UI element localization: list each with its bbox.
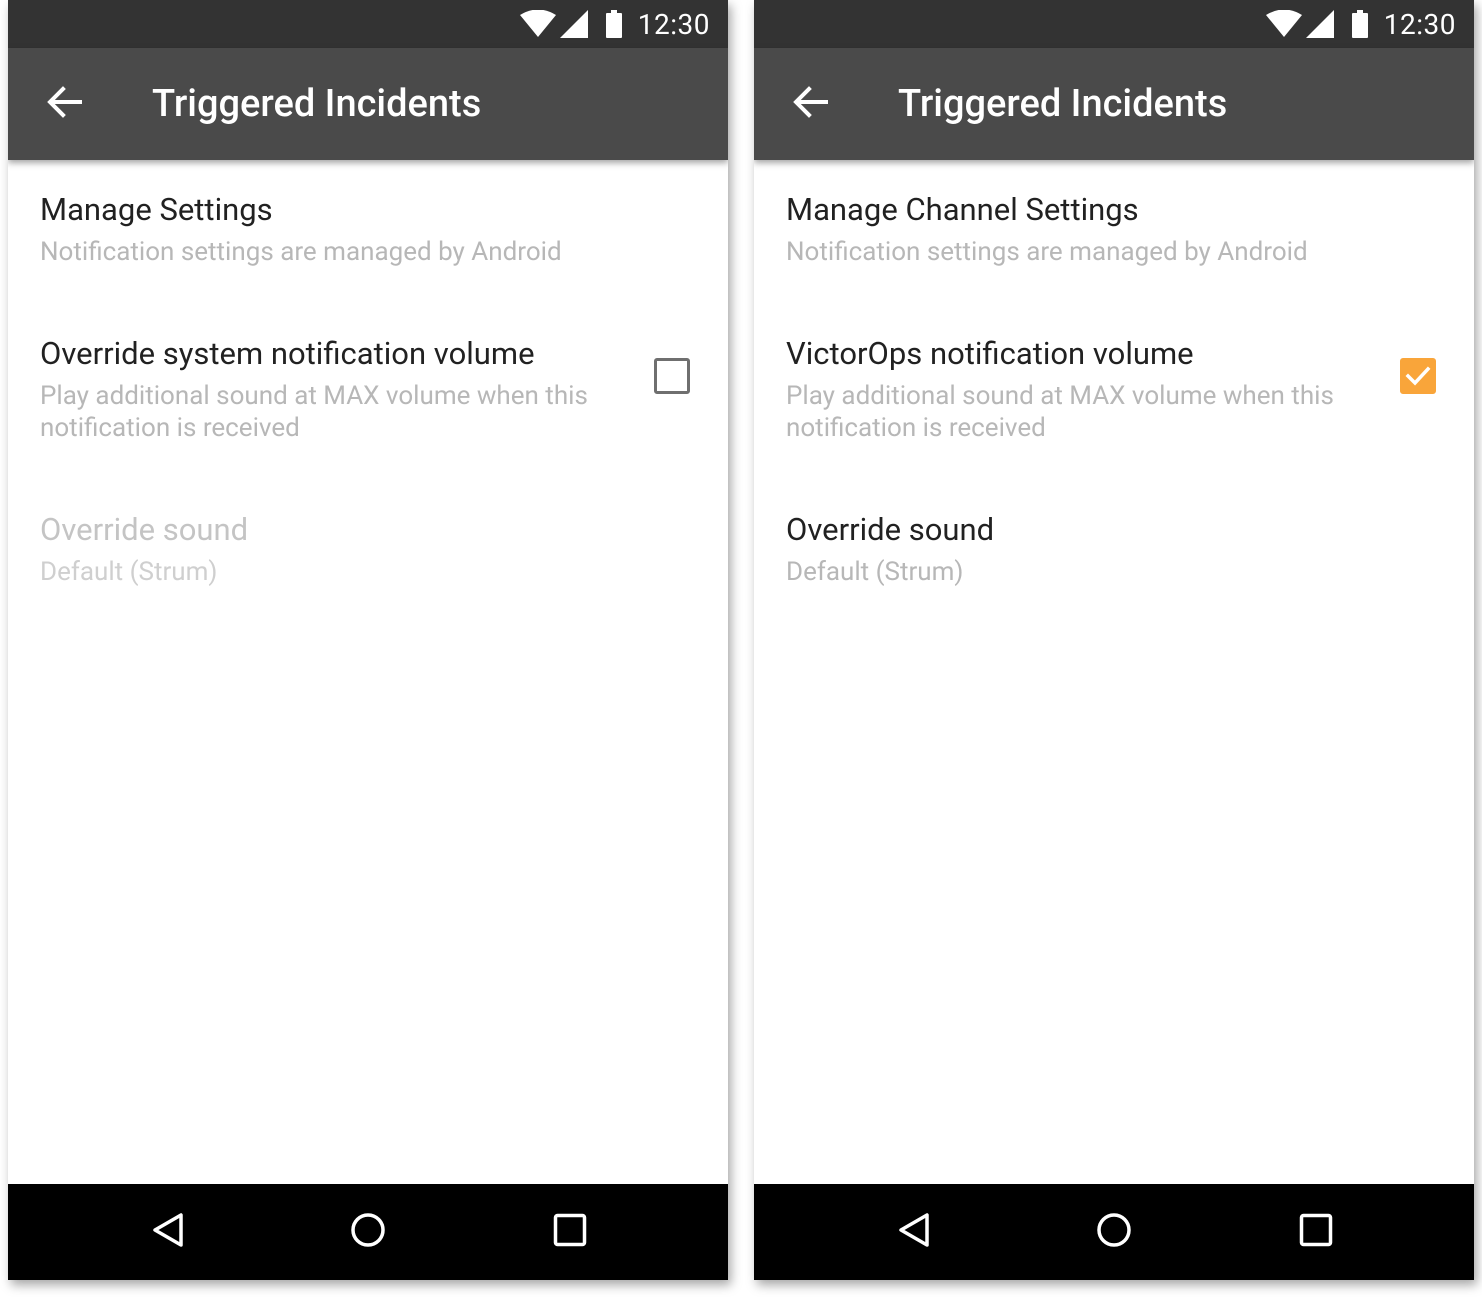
nav-recents-icon [553,1213,587,1251]
page-title: Triggered Incidents [152,82,482,126]
victorops-volume-title: VictorOps notification volume [786,335,1194,372]
app-bar: Triggered Incidents [754,48,1474,160]
back-button[interactable] [38,78,90,130]
override-sound-summary: Default (Strum) [40,557,218,587]
nav-back-button[interactable] [144,1208,192,1256]
status-bar: 12:30 [8,0,728,48]
nav-back-icon [897,1212,931,1252]
override-sound-item: Override sound Default (Strum) [40,512,700,588]
manage-settings-title: Manage Settings [40,191,273,228]
navigation-bar [8,1184,728,1280]
victorops-volume-summary: Play additional sound at MAX volume when… [786,381,1334,443]
wifi-icon [1265,10,1302,38]
victorops-volume-checkbox[interactable] [1400,358,1436,394]
manage-channel-settings-item[interactable]: Manage Channel Settings Notification set… [786,192,1446,268]
status-time: 12:30 [1383,7,1456,41]
navigation-bar [754,1184,1474,1280]
check-icon [1405,366,1431,386]
nav-home-button[interactable] [1090,1208,1138,1256]
arrow-back-icon [46,86,82,122]
status-bar: 12:30 [754,0,1474,48]
nav-back-icon [151,1212,185,1252]
override-volume-checkbox[interactable] [654,358,690,394]
status-time: 12:30 [637,7,710,41]
manage-channel-settings-summary: Notification settings are managed by And… [786,237,1308,267]
override-volume-title: Override system notification volume [40,335,535,372]
nav-home-icon [350,1212,386,1252]
override-sound-item[interactable]: Override sound Default (Strum) [786,512,1446,588]
override-volume-summary: Play additional sound at MAX volume when… [40,381,588,443]
nav-home-icon [1096,1212,1132,1252]
nav-back-button[interactable] [890,1208,938,1256]
manage-channel-settings-title: Manage Channel Settings [786,191,1139,228]
victorops-volume-item[interactable]: VictorOps notification volume Play addit… [786,336,1386,444]
battery-icon [605,10,622,38]
wifi-icon [519,10,556,38]
override-sound-title: Override sound [40,511,249,548]
phone-screen-right: 12:30 Triggered Incidents Manage Channel… [754,0,1474,1280]
app-bar: Triggered Incidents [8,48,728,160]
manage-settings-item[interactable]: Manage Settings Notification settings ar… [40,192,700,268]
nav-home-button[interactable] [344,1208,392,1256]
cell-signal-icon [1305,10,1334,38]
cell-signal-icon [559,10,588,38]
phone-screen-left: 12:30 Triggered Incidents Manage Setting… [8,0,728,1280]
manage-settings-summary: Notification settings are managed by And… [40,237,562,267]
page-title: Triggered Incidents [898,82,1228,126]
override-sound-title: Override sound [786,511,995,548]
arrow-back-icon [792,86,828,122]
nav-recents-icon [1299,1213,1333,1251]
status-icons: 12:30 [519,0,710,48]
battery-icon [1351,10,1368,38]
nav-recents-button[interactable] [1292,1208,1340,1256]
override-volume-item[interactable]: Override system notification volume Play… [40,336,640,444]
status-icons: 12:30 [1265,0,1456,48]
nav-recents-button[interactable] [546,1208,594,1256]
back-button[interactable] [784,78,836,130]
override-sound-summary: Default (Strum) [786,557,964,587]
